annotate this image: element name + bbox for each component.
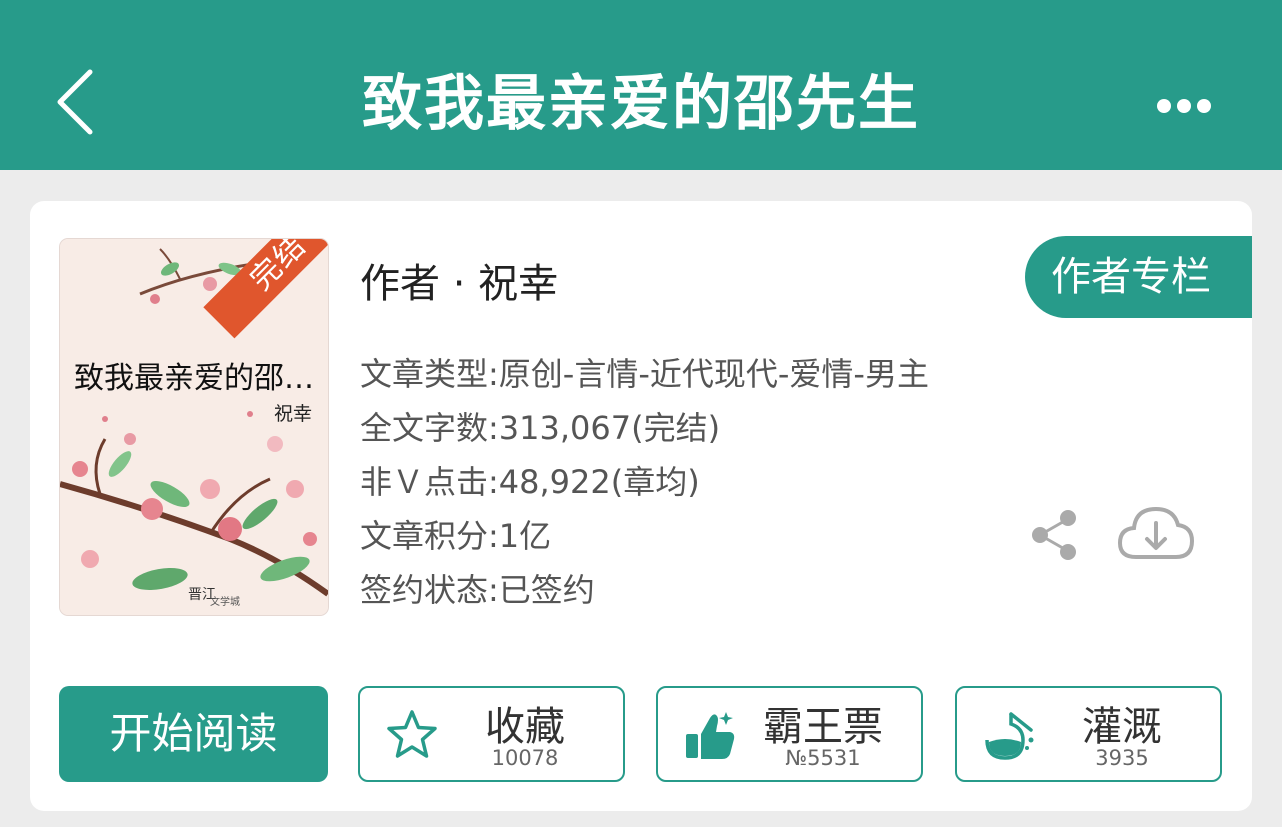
vote-count: №5531 <box>785 746 861 770</box>
book-cover[interactable]: 晋江 文学城 完结 致我最亲爱的邵… 祝幸 <box>60 239 328 615</box>
cover-artwork: 晋江 文学城 <box>60 239 328 615</box>
download-button[interactable] <box>1116 501 1196 565</box>
info-genre: 文章类型:原创-言情-近代现代-爱情-男主 <box>360 355 929 393</box>
info-sign-status: 签约状态:已签约 <box>360 571 595 609</box>
info-score: 文章积分:1亿 <box>360 517 552 555</box>
top-bar: 致我最亲爱的邵先生 <box>0 0 1282 170</box>
cover-title: 致我最亲爱的邵… <box>74 361 314 396</box>
irrigate-button[interactable]: 灌溉 3935 <box>955 686 1222 782</box>
author-name[interactable]: 作者 · 祝幸 <box>360 251 558 309</box>
collect-count: 10078 <box>491 746 559 770</box>
page-title: 致我最亲爱的邵先生 <box>362 69 920 139</box>
irrigate-count: 3935 <box>1095 746 1149 770</box>
share-icon <box>1032 510 1076 560</box>
start-reading-button[interactable]: 开始阅读 <box>59 686 328 782</box>
collect-label: 收藏 <box>485 704 565 750</box>
book-info-card: 晋江 文学城 完结 致我最亲爱的邵… 祝幸 作者 · 祝幸 作者专栏 文章类型:… <box>30 201 1252 811</box>
irrigate-label: 灌溉 <box>1082 704 1162 750</box>
author-column-button[interactable]: 作者专栏 <box>1025 236 1252 318</box>
star-icon <box>387 710 437 758</box>
cover-author: 祝幸 <box>273 403 312 425</box>
thumbs-up-icon <box>686 712 735 759</box>
share-button[interactable] <box>1028 507 1082 563</box>
book-info-list: 文章类型:原创-言情-近代现代-爱情-男主 全文字数:313,067(完结) 非… <box>360 347 929 617</box>
info-word-count: 全文字数:313,067(完结) <box>360 409 721 447</box>
cloud-download-icon <box>1117 506 1195 559</box>
vote-label: 霸王票 <box>763 704 883 750</box>
vote-button[interactable]: 霸王票 №5531 <box>656 686 923 782</box>
info-clicks: 非Ｖ点击:48,922(章均) <box>360 463 700 501</box>
collect-button[interactable]: 收藏 10078 <box>358 686 625 782</box>
more-button[interactable] <box>1150 86 1218 126</box>
flask-icon <box>985 712 1034 760</box>
svg-text:文学城: 文学城 <box>210 595 240 608</box>
more-dots-icon <box>1157 99 1211 113</box>
